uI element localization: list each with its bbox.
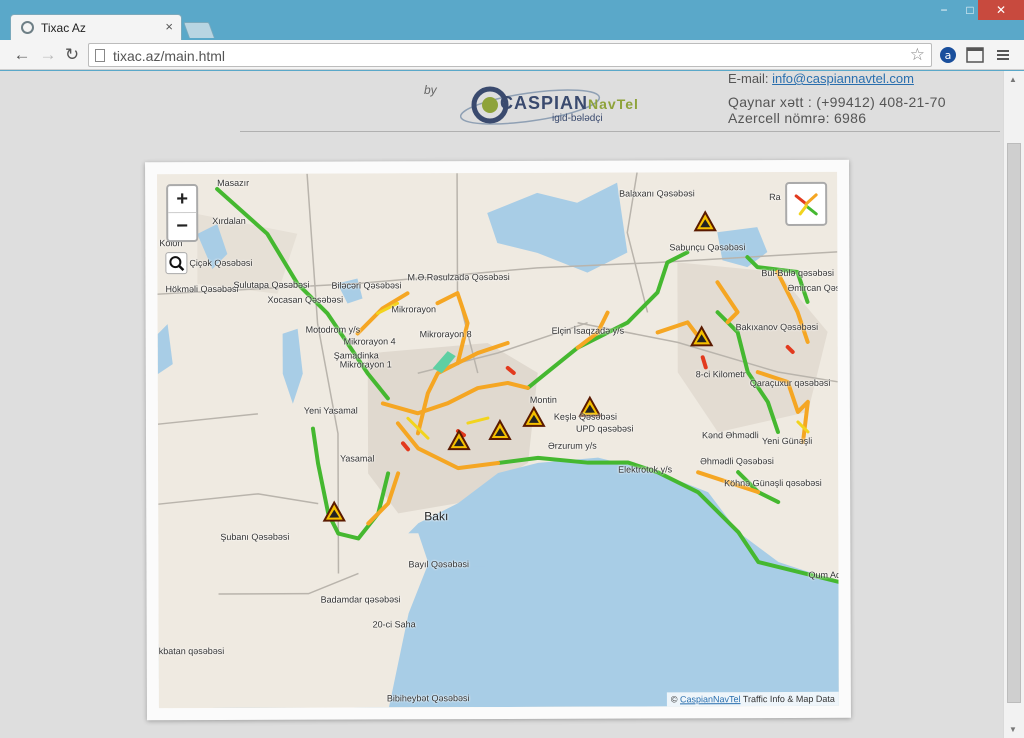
bookmark-star-icon[interactable]: ☆ xyxy=(910,45,925,65)
map-label: Motodrom y/s xyxy=(305,324,361,335)
browser-titlebar: Tixac Az × − □ ✕ xyxy=(0,0,1024,40)
caspiannavtel-logo[interactable]: CASPIANNavTel igid-bələdçi xyxy=(460,79,638,131)
map-label: Mikrorayon xyxy=(391,304,437,315)
svg-text:a: a xyxy=(945,49,952,62)
map-label: Ərzurum y/s xyxy=(548,440,597,451)
browser-tab[interactable]: Tixac Az × xyxy=(10,14,182,40)
zoom-out-button[interactable]: − xyxy=(168,213,196,240)
azercell-text: Azercell nömrə: 6986 xyxy=(728,110,867,126)
forward-arrow-icon[interactable]: → xyxy=(38,45,58,65)
map-label: Sabunçu Qəsəbəsi xyxy=(669,242,746,253)
globe-icon xyxy=(21,21,34,34)
map-label: Yasamal xyxy=(340,453,375,464)
map-label: Elçin İsaqzadə y/s xyxy=(551,325,625,336)
map-label: Bakıxanov Qəsəbəsi xyxy=(735,321,819,333)
extension-icon[interactable]: a xyxy=(938,45,958,65)
map-label: 20-ci Saha xyxy=(372,619,416,630)
hotline-text: Qaynar xətt : (+99412) 408-21-70 xyxy=(728,94,946,110)
map-label: Xocasan Qəsəbəsi xyxy=(267,294,344,305)
map-label: Montin xyxy=(529,394,557,405)
tab-close-button[interactable]: × xyxy=(165,19,173,34)
attribution-prefix: © xyxy=(670,694,681,705)
map-label: Bibiheybət Qəsəbəsi xyxy=(386,693,470,704)
logo-text-navtel: NavTel xyxy=(588,96,639,112)
scroll-up-arrow-icon[interactable]: ▲ xyxy=(1009,75,1017,84)
zoom-control: + − xyxy=(166,184,199,243)
email-label: E-mail: xyxy=(728,71,769,86)
close-window-button[interactable]: ✕ xyxy=(978,0,1024,20)
map-label: Bayıl Qəsəbəsi xyxy=(408,559,469,570)
map-label: Mikrorayon 8 xyxy=(419,329,472,340)
zoom-in-button[interactable]: + xyxy=(168,186,197,214)
email-link[interactable]: info@caspiannavtel.com xyxy=(772,71,914,86)
traffic-layer-icon xyxy=(794,193,818,216)
logo-subtitle: igid-bələdçi xyxy=(552,113,603,124)
map-label: Masazır xyxy=(217,177,250,188)
header-divider xyxy=(240,131,1000,132)
map-label: Mikrorayon 4 xyxy=(343,336,396,347)
map-label: Bül-Bülə qəsəbəsi xyxy=(761,267,834,279)
traffic-map[interactable]: Masazır Xırdalan x Kolon Çiçək Qəsəbəsi … xyxy=(157,171,839,709)
map-label: Ra xyxy=(769,192,781,203)
page-icon xyxy=(95,49,105,62)
map-label: UPD qəsəbəsi xyxy=(575,423,634,434)
map-label: Yeni Yasamal xyxy=(303,405,358,416)
map-label: Keşlə Qəsəbəsi xyxy=(553,411,617,422)
map-label: Qum Ad xyxy=(808,569,839,580)
window-icon[interactable] xyxy=(965,45,985,65)
map-label: Kənd Əhmədli xyxy=(701,430,759,441)
page-content: by CASPIANNavTel igid-bələdçi E-mail: in… xyxy=(0,71,1003,738)
map-label: Əmircan Qəsə xyxy=(787,282,839,293)
map-label: Balaxanı Qəsəbəsi xyxy=(619,188,695,199)
contact-info: E-mail: info@caspiannavtel.com Qaynar xə… xyxy=(728,71,946,126)
map-label: Sulutapa Qəsəbəsi xyxy=(233,279,310,290)
map-label: kbatan qəsəbəsi xyxy=(158,645,225,657)
map-label: Mikrorayon 1 xyxy=(339,359,392,370)
map-label-city: Bakı xyxy=(424,509,449,524)
map-label: Çiçək Qəsəbəsi xyxy=(189,257,253,269)
attribution-text: Traffic Info & Map Data xyxy=(740,693,835,705)
map-label: Yeni Günəşli xyxy=(761,435,813,447)
map-label: Xırdalan xyxy=(212,215,246,226)
search-icon xyxy=(169,256,185,271)
attribution-link[interactable]: CaspianNavTel xyxy=(680,694,741,704)
search-button[interactable] xyxy=(165,252,188,275)
scroll-down-arrow-icon[interactable]: ▼ xyxy=(1009,725,1017,734)
map-label: Biləcəri Qəsəbəsi xyxy=(331,280,402,291)
vertical-scrollbar[interactable]: ▲ ▼ xyxy=(1003,71,1024,738)
browser-toolbar: ← → ↻ tixac.az/main.html ☆ a xyxy=(0,40,1024,70)
minimize-button[interactable]: − xyxy=(930,0,958,20)
map-label: M.Ə.Rəsulzadə Qəsəbəsi xyxy=(407,271,510,283)
map-label: Şubanı Qəsəbəsi xyxy=(220,531,290,542)
logo-text-caspian: CASPIAN xyxy=(500,93,589,113)
map-label: Elektrotok y/s xyxy=(618,464,673,475)
address-bar[interactable]: tixac.az/main.html ☆ xyxy=(88,43,932,67)
map-frame: Masazır Xırdalan x Kolon Çiçək Qəsəbəsi … xyxy=(145,159,851,721)
reload-icon[interactable]: ↻ xyxy=(62,45,82,65)
map-label: 8-ci Kilometr xyxy=(695,369,746,380)
tab-title: Tixac Az xyxy=(41,21,86,35)
new-tab-button[interactable] xyxy=(183,22,215,38)
map-label: Qaraçuxur qəsəbəsi xyxy=(749,377,831,389)
scrollbar-thumb[interactable] xyxy=(1007,143,1021,703)
back-arrow-icon[interactable]: ← xyxy=(12,45,32,65)
map-label: Köhnə Günəşli qəsəbəsi xyxy=(724,477,822,489)
traffic-layer-button[interactable] xyxy=(785,181,828,226)
url-text: tixac.az/main.html xyxy=(113,48,226,64)
map-label: Əhmədli Qəsəbəsi xyxy=(700,456,774,467)
by-text: by xyxy=(424,83,437,97)
menu-icon[interactable] xyxy=(993,45,1013,65)
map-label: Hökməli Qəsəbəsi xyxy=(165,283,239,295)
map-label: Badamdar qəsəbəsi xyxy=(320,594,401,605)
map-attribution: © CaspianNavTel Traffic Info & Map Data xyxy=(666,691,839,707)
